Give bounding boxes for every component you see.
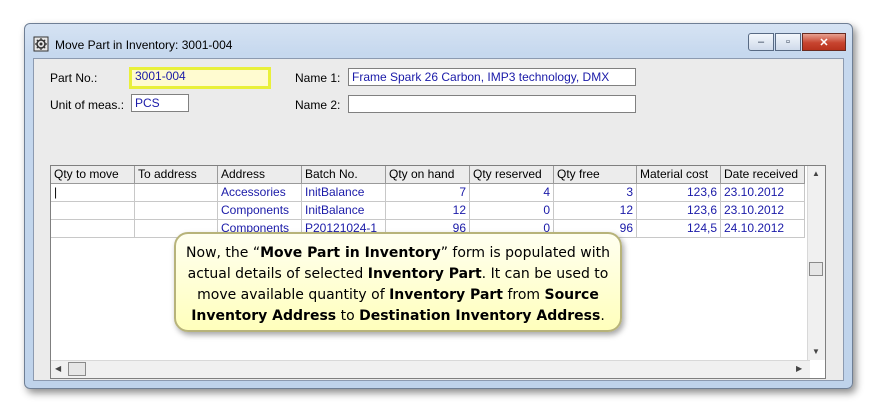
- scroll-right-icon[interactable]: ▶: [796, 364, 802, 373]
- move-part-window: Move Part in Inventory: 3001-004 – ▫ ✕ P…: [24, 23, 853, 389]
- scroll-left-icon[interactable]: ◀: [55, 364, 61, 373]
- callout-text: .: [600, 308, 605, 324]
- callout-text: to: [336, 308, 360, 324]
- table-row[interactable]: | Accessories InitBalance 7 4 3 123,6 23…: [51, 184, 805, 202]
- unit-field[interactable]: PCS: [131, 94, 189, 112]
- col-batch-no[interactable]: Batch No.: [302, 166, 386, 184]
- callout-inventory-part: Inventory Part: [389, 287, 503, 303]
- vertical-scrollbar[interactable]: ▲ ▼: [807, 166, 825, 360]
- scroll-up-icon[interactable]: ▲: [812, 169, 820, 178]
- horizontal-scroll-thumb[interactable]: [68, 362, 86, 376]
- maximize-button[interactable]: ▫: [775, 33, 801, 51]
- minimize-icon: –: [757, 36, 765, 48]
- form-body: Part No.: 3001-004 Unit of meas.: PCS Na…: [33, 58, 844, 381]
- part-no-field[interactable]: 3001-004: [129, 67, 271, 89]
- cell-address: Accessories: [218, 184, 302, 202]
- table-row[interactable]: Components InitBalance 12 0 12 123,6 23.…: [51, 202, 805, 220]
- gear-cube-icon: [33, 36, 49, 52]
- name1-field[interactable]: Frame Spark 26 Carbon, IMP3 technology, …: [348, 68, 636, 86]
- cell-date-received: 23.10.2012: [721, 202, 805, 220]
- horizontal-scrollbar[interactable]: ◀ ▶: [51, 360, 810, 378]
- cell-qty-free: 12: [554, 202, 637, 220]
- cell-date-received: 24.10.2012: [721, 220, 805, 238]
- name1-label: Name 1:: [295, 71, 341, 85]
- col-qty-free[interactable]: Qty free: [554, 166, 637, 184]
- title-bar[interactable]: Move Part in Inventory: 3001-004 – ▫ ✕: [25, 24, 852, 58]
- cell-qty-on-hand: 7: [386, 184, 470, 202]
- cell-to-address[interactable]: [135, 184, 218, 202]
- part-no-label: Part No.:: [50, 71, 98, 85]
- col-qty-on-hand[interactable]: Qty on hand: [386, 166, 470, 184]
- callout-text: from: [503, 287, 545, 303]
- grid-header: Qty to move To address Address Batch No.…: [51, 166, 805, 184]
- cell-address: Components: [218, 202, 302, 220]
- col-address[interactable]: Address: [218, 166, 302, 184]
- cell-date-received: 23.10.2012: [721, 184, 805, 202]
- cell-qty-reserved: 4: [470, 184, 554, 202]
- cell-material-cost: 124,5: [637, 220, 721, 238]
- cell-qty-to-move[interactable]: |: [51, 184, 135, 202]
- vertical-scroll-thumb[interactable]: [809, 262, 823, 276]
- scroll-down-icon[interactable]: ▼: [812, 347, 820, 356]
- cell-batch-no: InitBalance: [302, 184, 386, 202]
- unit-label: Unit of meas.:: [50, 98, 125, 112]
- name2-label: Name 2:: [295, 98, 341, 112]
- window-title: Move Part in Inventory: 3001-004: [55, 38, 233, 52]
- close-button[interactable]: ✕: [802, 33, 846, 51]
- cell-batch-no: InitBalance: [302, 202, 386, 220]
- col-material-cost[interactable]: Material cost: [637, 166, 721, 184]
- callout-text: Now, the “: [186, 245, 261, 261]
- cell-to-address[interactable]: [135, 202, 218, 220]
- cell-qty-to-move[interactable]: [51, 202, 135, 220]
- col-date-received[interactable]: Date received: [721, 166, 805, 184]
- cell-qty-to-move[interactable]: [51, 220, 135, 238]
- cell-material-cost: 123,6: [637, 202, 721, 220]
- callout-destination-address: Destination Inventory Address: [359, 308, 601, 324]
- callout-inventory-part: Inventory Part: [367, 266, 482, 282]
- cell-qty-on-hand: 12: [386, 202, 470, 220]
- minimize-button[interactable]: –: [748, 33, 774, 51]
- col-to-address[interactable]: To address: [135, 166, 218, 184]
- col-qty-reserved[interactable]: Qty reserved: [470, 166, 554, 184]
- cell-qty-reserved: 0: [470, 202, 554, 220]
- cell-qty-free: 3: [554, 184, 637, 202]
- instruction-callout: Now, the “Move Part in Inventory” form i…: [174, 232, 622, 332]
- col-qty-to-move[interactable]: Qty to move: [51, 166, 135, 184]
- maximize-icon: ▫: [786, 36, 790, 48]
- cell-material-cost: 123,6: [637, 184, 721, 202]
- callout-form-name: Move Part in Inventory: [260, 245, 441, 261]
- name2-field[interactable]: [348, 95, 636, 113]
- close-icon: ✕: [819, 36, 829, 49]
